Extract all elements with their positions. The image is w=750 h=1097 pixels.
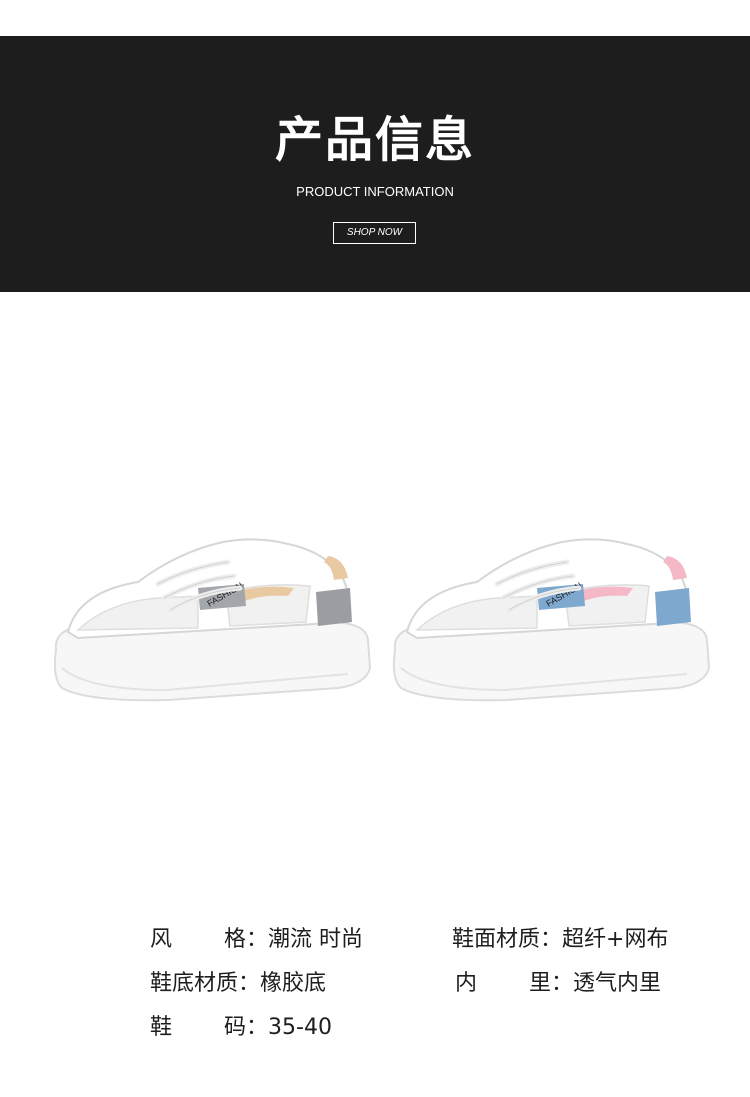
spec-style-label-a: 风 <box>150 927 173 952</box>
product-images: FASHION FASHION <box>0 292 750 892</box>
spec-style-label-b: 格 <box>224 927 247 952</box>
spec-sole-colon: ： <box>238 971 261 996</box>
spec-style: 风 格：潮流 时尚 <box>150 926 363 954</box>
spec-size-label-b: 码 <box>224 1015 247 1040</box>
spec-size-value: 35-40 <box>268 1015 332 1040</box>
spec-sole: 鞋底材质：橡胶底 <box>150 970 326 998</box>
spec-lining-label-a: 内 <box>455 971 478 996</box>
spec-upper: 鞋面材质：超纤+网布 <box>452 926 668 954</box>
spec-size: 鞋 码：35-40 <box>150 1014 332 1042</box>
spec-style-value: 潮流 时尚 <box>268 927 364 952</box>
sneaker-image-blue-pink[interactable]: FASHION <box>387 522 717 722</box>
spec-sole-value: 橡胶底 <box>260 971 327 996</box>
header-banner: 产品信息 PRODUCT INFORMATION SHOP NOW <box>0 36 750 292</box>
spec-upper-label: 鞋面材质 <box>452 927 541 952</box>
banner-title: 产品信息 <box>274 112 475 168</box>
sneaker-image-grey-beige[interactable]: FASHION <box>48 522 378 722</box>
spec-upper-value: 超纤+网布 <box>562 927 669 952</box>
spec-style-colon: ： <box>246 927 269 952</box>
spec-sole-label: 鞋底材质 <box>150 971 239 996</box>
shop-now-button[interactable]: SHOP NOW <box>333 222 416 244</box>
spec-upper-colon: ： <box>540 927 563 952</box>
banner-subtitle: PRODUCT INFORMATION <box>296 184 454 199</box>
spec-lining-value: 透气内里 <box>573 971 662 996</box>
spec-size-label-a: 鞋 <box>150 1015 173 1040</box>
spec-lining-label-b: 里 <box>529 971 552 996</box>
spec-lining: 内 里：透气内里 <box>455 970 661 998</box>
spec-size-colon: ： <box>246 1015 269 1040</box>
spec-lining-colon: ： <box>551 971 574 996</box>
